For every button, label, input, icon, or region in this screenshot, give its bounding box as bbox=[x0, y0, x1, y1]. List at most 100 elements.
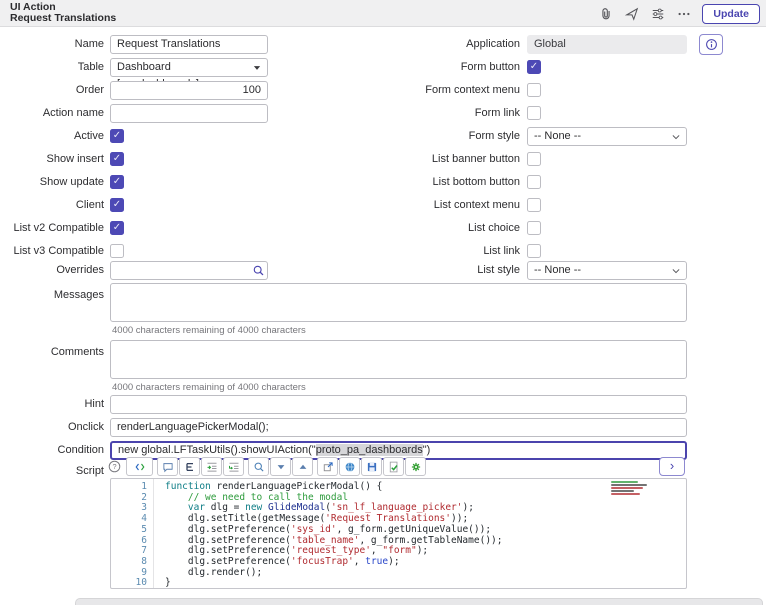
pop-out-button[interactable] bbox=[317, 457, 338, 476]
form-header-titles: UI Action Request Translations bbox=[10, 2, 116, 24]
search-button[interactable] bbox=[248, 457, 269, 476]
syntax-check-button[interactable] bbox=[383, 457, 404, 476]
form-context-menu-checkbox[interactable] bbox=[527, 83, 541, 97]
macro-icon bbox=[410, 461, 422, 473]
field-label-list-context-menu: List context menu bbox=[433, 199, 520, 211]
script-editor-toolbar: ? bbox=[107, 457, 426, 476]
field-label-form-context-menu: Form context menu bbox=[425, 84, 520, 96]
field-label-script: Script bbox=[75, 465, 104, 477]
list-style-select[interactable]: -- None -- bbox=[527, 261, 687, 280]
paperclip-icon bbox=[599, 7, 613, 21]
help-circle-button[interactable]: ? bbox=[107, 459, 122, 474]
selected-text: proto_pa_dashboards bbox=[315, 444, 423, 456]
field-label-application: Application bbox=[466, 38, 520, 50]
toolbar-button-group bbox=[317, 457, 426, 476]
chevron-down-button[interactable] bbox=[270, 457, 291, 476]
chevron-down-icon bbox=[275, 461, 287, 473]
list-banner-button-checkbox[interactable] bbox=[527, 152, 541, 166]
form-row-list-style: List style -- None -- bbox=[0, 261, 766, 282]
indent-right-button[interactable] bbox=[201, 457, 222, 476]
form-style-select[interactable]: -- None -- bbox=[527, 127, 687, 146]
field-label-list-link: List link bbox=[483, 245, 520, 257]
save-icon bbox=[366, 461, 378, 473]
list-context-menu-checkbox[interactable] bbox=[527, 198, 541, 212]
toolbar-button-group bbox=[248, 457, 313, 476]
more-options-button[interactable] bbox=[676, 6, 692, 22]
indent-block-icon bbox=[228, 461, 240, 473]
field-label-comments: Comments bbox=[50, 346, 104, 358]
list-bottom-button-checkbox[interactable] bbox=[527, 175, 541, 189]
form-row-onclick: Onclick renderLanguagePickerModal(); bbox=[0, 418, 766, 439]
form-header: UI Action Request Translations Update bbox=[0, 0, 766, 27]
comment-icon bbox=[162, 461, 174, 473]
line-number: 10 bbox=[135, 577, 147, 589]
update-button[interactable]: Update bbox=[702, 3, 760, 24]
select-chevron-icon bbox=[671, 132, 681, 142]
code-minimap bbox=[611, 481, 649, 496]
chevron-up-icon bbox=[297, 461, 309, 473]
format-align-button[interactable] bbox=[179, 457, 200, 476]
comment-button[interactable] bbox=[157, 457, 178, 476]
api-docs-icon bbox=[344, 461, 356, 473]
condition-text: ") bbox=[422, 444, 431, 456]
activity-stream-icon bbox=[625, 7, 639, 21]
field-label-list-bottom-button: List bottom button bbox=[432, 176, 520, 188]
field-label-list-style: List style bbox=[477, 264, 520, 276]
field-label-hint: Hint bbox=[84, 398, 104, 410]
application-info-button[interactable] bbox=[699, 34, 723, 55]
form-row-list-context-menu: List context menu bbox=[0, 196, 766, 217]
chevron-up-button[interactable] bbox=[292, 457, 313, 476]
onclick-input[interactable]: renderLanguagePickerModal(); bbox=[110, 418, 687, 437]
form-row-form-context-menu: Form context menu bbox=[0, 81, 766, 102]
field-label-onclick: Onclick bbox=[67, 421, 104, 433]
messages-textarea[interactable] bbox=[110, 283, 687, 322]
save-button[interactable] bbox=[361, 457, 382, 476]
toolbar-expand-button[interactable]: › bbox=[659, 457, 685, 476]
record-title: Request Translations bbox=[10, 12, 117, 24]
form-link-checkbox[interactable] bbox=[527, 106, 541, 120]
related-section-bar[interactable] bbox=[75, 598, 763, 605]
field-label-list-banner-button: List banner button bbox=[431, 153, 520, 165]
form-row-application: Application Global bbox=[0, 34, 766, 56]
form-row-list-choice: List choice bbox=[0, 219, 766, 240]
indent-right-icon bbox=[206, 461, 218, 473]
selected-value: -- None -- bbox=[534, 264, 582, 276]
form-row-list-link: List link bbox=[0, 242, 766, 263]
api-docs-button[interactable] bbox=[339, 457, 360, 476]
comments-textarea[interactable] bbox=[110, 340, 687, 379]
more-options-icon bbox=[677, 7, 691, 21]
pop-out-icon bbox=[322, 461, 334, 473]
macro-button[interactable] bbox=[405, 457, 426, 476]
selected-value: -- None -- bbox=[534, 130, 582, 142]
hint-input[interactable] bbox=[110, 395, 687, 414]
field-label-condition: Condition bbox=[57, 444, 104, 456]
toolbar-button-group bbox=[126, 457, 153, 476]
format-code-button[interactable] bbox=[126, 457, 153, 476]
help-circle-icon: ? bbox=[108, 460, 121, 473]
search-icon bbox=[253, 461, 265, 473]
svg-text:?: ? bbox=[112, 462, 116, 471]
format-align-icon bbox=[184, 461, 196, 473]
list-link-checkbox[interactable] bbox=[527, 244, 541, 258]
format-code-icon bbox=[134, 461, 146, 473]
ui-action-record-page: UI Action Request Translations Update Na… bbox=[0, 0, 766, 605]
condition-text: new global.LFTaskUtils().showUIAction(" bbox=[118, 444, 316, 456]
form-button-checkbox[interactable]: ✓ bbox=[527, 60, 541, 74]
paperclip-button[interactable] bbox=[598, 6, 614, 22]
form-row-form-style: Form style -- None -- bbox=[0, 127, 766, 148]
indent-block-button[interactable] bbox=[223, 457, 244, 476]
list-choice-checkbox[interactable] bbox=[527, 221, 541, 235]
sliders-icon bbox=[651, 7, 665, 21]
line-number: 5 bbox=[141, 523, 147, 535]
activity-stream-button[interactable] bbox=[624, 6, 640, 22]
form-row-list-banner-button: List banner button bbox=[0, 150, 766, 171]
comments-character-counter: 4000 characters remaining of 4000 charac… bbox=[112, 382, 306, 393]
line-number: 8 bbox=[141, 555, 147, 567]
field-label-form-link: Form link bbox=[474, 107, 520, 119]
form-row-form-button: Form button ✓ bbox=[0, 58, 766, 79]
script-code-editor[interactable]: 1 function renderLanguagePickerModal() {2… bbox=[110, 478, 687, 589]
sliders-button[interactable] bbox=[650, 6, 666, 22]
code-line: 10} bbox=[111, 577, 686, 589]
syntax-check-icon bbox=[388, 461, 400, 473]
field-label-form-style: Form style bbox=[468, 130, 520, 142]
